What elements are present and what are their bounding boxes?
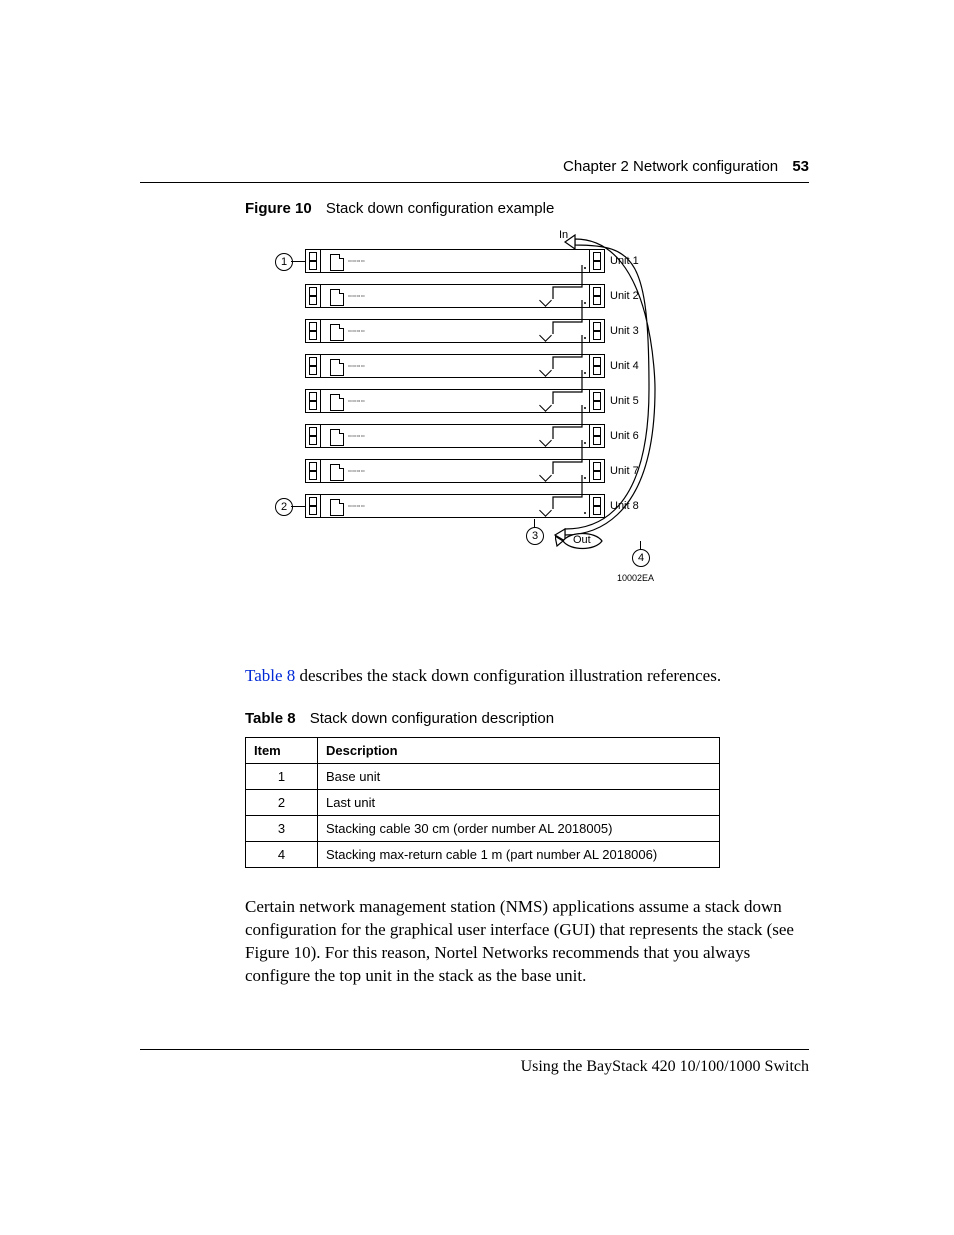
unit-label: Unit 8 (610, 500, 639, 512)
figure-diagram: In Unit 1 Unit 2 Unit 3 Unit 4 Unit 5 (275, 235, 665, 595)
table-row: 3 Stacking cable 30 cm (order number AL … (246, 815, 720, 841)
cell-item: 3 (246, 815, 318, 841)
callout-line (291, 261, 305, 262)
table-label: Table 8 (245, 710, 296, 727)
table-8-link[interactable]: Table 8 (245, 666, 295, 685)
figure-caption: Figure 10 Stack down configuration examp… (245, 200, 809, 217)
table-row: 4 Stacking max-return cable 1 m (part nu… (246, 841, 720, 867)
page-header: Chapter 2 Network configuration 53 (140, 158, 809, 175)
callout-4: 4 (632, 549, 650, 567)
footer-rule (140, 1049, 809, 1050)
paragraph-2: Certain network management station (NMS)… (245, 896, 809, 988)
callout-3: 3 (526, 527, 544, 545)
cell-item: 4 (246, 841, 318, 867)
callout-1: 1 (275, 253, 293, 271)
callout-line (534, 519, 535, 528)
figure-id-code: 10002EA (617, 573, 654, 583)
para2-t2: ). For this reason, Nortel Networks reco… (245, 943, 750, 985)
unit-label: Unit 3 (610, 325, 639, 337)
unit-label: Unit 1 (610, 255, 639, 267)
callout-line (291, 506, 305, 507)
col-description: Description (318, 737, 720, 763)
stacking-cables (550, 265, 590, 525)
unit-label: Unit 6 (610, 430, 639, 442)
cell-desc: Stacking max-return cable 1 m (part numb… (318, 841, 720, 867)
figure-10-link[interactable]: Figure 10 (245, 943, 311, 962)
table-caption: Table 8 Stack down configuration descrip… (245, 710, 809, 727)
unit-label: Unit 7 (610, 465, 639, 477)
page-footer: Using the BayStack 420 10/100/1000 Switc… (140, 1058, 809, 1076)
cell-item: 1 (246, 763, 318, 789)
unit-label: Unit 5 (610, 395, 639, 407)
table-row: 1 Base unit (246, 763, 720, 789)
figure-title: Stack down configuration example (326, 200, 554, 217)
para1-rest: describes the stack down configuration i… (295, 666, 721, 685)
table-title: Stack down configuration description (310, 710, 554, 727)
chapter-title: Chapter 2 Network configuration (563, 158, 778, 175)
cell-desc: Last unit (318, 789, 720, 815)
cell-desc: Stacking cable 30 cm (order number AL 20… (318, 815, 720, 841)
col-item: Item (246, 737, 318, 763)
callout-2: 2 (275, 498, 293, 516)
table-row: 2 Last unit (246, 789, 720, 815)
cell-desc: Base unit (318, 763, 720, 789)
table-header-row: Item Description (246, 737, 720, 763)
paragraph-1: Table 8 describes the stack down configu… (245, 665, 809, 688)
figure-label: Figure 10 (245, 200, 312, 217)
header-rule (140, 182, 809, 183)
para2-t1: Certain network management station (NMS)… (245, 897, 794, 939)
in-label: In (559, 229, 568, 241)
unit-label: Unit 4 (610, 360, 639, 372)
page-number: 53 (792, 158, 809, 175)
cell-item: 2 (246, 789, 318, 815)
unit-label: Unit 2 (610, 290, 639, 302)
callout-line (640, 541, 641, 550)
out-label: Out (573, 534, 591, 546)
footer-text: Using the BayStack 420 10/100/1000 Switc… (521, 1058, 809, 1075)
description-table: Item Description 1 Base unit 2 Last unit… (245, 737, 720, 868)
